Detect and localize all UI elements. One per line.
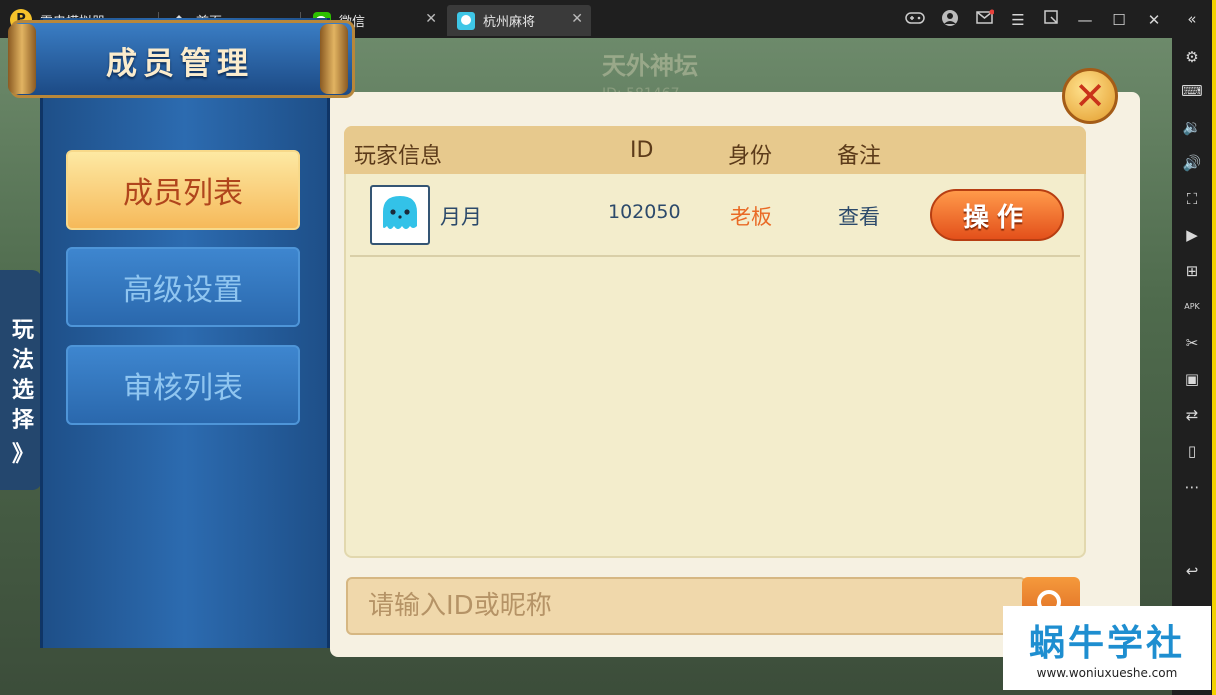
collapse-sidebar-icon[interactable]: « bbox=[1181, 8, 1203, 30]
menu-icon[interactable]: ☰ bbox=[1007, 9, 1029, 31]
cut-icon[interactable]: ✂ bbox=[1181, 332, 1203, 354]
fullscreen-icon[interactable]: ⛶ bbox=[1181, 188, 1203, 210]
avatar bbox=[370, 185, 430, 245]
emulator-sidebar: « ⚙ ⌨ 🔉 🔊 ⛶ ▶ ⊞ APK ✂ ▣ ⇄ ▯ ⋯ ↩ bbox=[1172, 0, 1212, 695]
record-icon[interactable]: ▶ bbox=[1181, 224, 1203, 246]
header-role: 身份 bbox=[728, 144, 773, 169]
side-tab-char: 选 bbox=[12, 378, 35, 403]
shake-icon[interactable]: ▯ bbox=[1181, 440, 1203, 462]
minimize-icon[interactable]: — bbox=[1074, 9, 1096, 31]
menu-scroll bbox=[40, 18, 330, 648]
side-tab-char: 》 bbox=[12, 442, 35, 467]
account-icon[interactable] bbox=[939, 9, 961, 31]
close-tab-icon[interactable]: ✕ bbox=[425, 11, 437, 27]
back-icon[interactable]: ↩ bbox=[1181, 560, 1203, 582]
table-header bbox=[344, 126, 1086, 174]
menu-member-list[interactable]: 成员列表 bbox=[66, 150, 300, 230]
video-icon[interactable]: ▣ bbox=[1181, 368, 1203, 390]
panel-title: 成员管理 bbox=[106, 46, 254, 82]
member-note-view[interactable]: 查看 bbox=[838, 201, 880, 231]
rule-select-tab[interactable]: 玩 法 选 择 》 bbox=[0, 270, 42, 490]
sync-icon[interactable]: ⇄ bbox=[1181, 404, 1203, 426]
tab-hangzhou-mahjong[interactable]: 杭州麻将 ✕ bbox=[447, 5, 591, 36]
header-id: ID bbox=[630, 138, 654, 163]
side-tab-char: 法 bbox=[12, 348, 35, 373]
header-note: 备注 bbox=[837, 144, 882, 169]
mahjong-app-icon bbox=[457, 11, 475, 30]
screenshot-icon[interactable] bbox=[1040, 9, 1062, 31]
window-border bbox=[1212, 0, 1216, 695]
maximize-icon[interactable]: ☐ bbox=[1108, 9, 1130, 31]
watermark-title: 蜗牛学社 bbox=[1028, 623, 1185, 664]
watermark: 蜗牛学社 www.woniuxueshe.com bbox=[1003, 606, 1211, 690]
add-icon[interactable]: ⊞ bbox=[1181, 260, 1203, 282]
tab-label: 杭州麻将 bbox=[483, 15, 536, 30]
menu-advanced-settings[interactable]: 高级设置 bbox=[66, 247, 300, 327]
member-role: 老板 bbox=[730, 205, 772, 229]
volume-up-icon[interactable]: 🔊 bbox=[1181, 152, 1203, 174]
member-name: 月月 bbox=[440, 205, 482, 229]
close-panel-button[interactable]: ✕ bbox=[1062, 68, 1118, 124]
apk-icon[interactable]: APK bbox=[1181, 296, 1203, 318]
row-divider bbox=[350, 255, 1080, 257]
close-icon[interactable]: ✕ bbox=[1143, 9, 1165, 31]
operate-button[interactable]: 操作 bbox=[930, 189, 1064, 241]
emulator-window: P 雷电模拟器 首页 微信 ✕ 杭州麻将 ✕ bbox=[0, 0, 1216, 695]
mail-icon[interactable] bbox=[974, 9, 996, 31]
gamepad-icon[interactable] bbox=[904, 9, 926, 31]
side-tab-char: 择 bbox=[12, 408, 35, 433]
background-club-title: 天外神坛 bbox=[602, 52, 698, 80]
menu-review-list[interactable]: 审核列表 bbox=[66, 345, 300, 425]
close-icon: ✕ bbox=[1074, 74, 1106, 118]
member-id: 102050 bbox=[608, 201, 681, 223]
close-tab-icon[interactable]: ✕ bbox=[571, 11, 583, 27]
watermark-url: www.woniuxueshe.com bbox=[1036, 666, 1178, 680]
settings-icon[interactable]: ⚙ bbox=[1181, 46, 1203, 68]
header-player-info: 玩家信息 bbox=[354, 144, 443, 169]
volume-down-icon[interactable]: 🔉 bbox=[1181, 116, 1203, 138]
search-input[interactable]: 请输入ID或昵称 bbox=[346, 577, 1026, 635]
more-icon[interactable]: ⋯ bbox=[1181, 476, 1203, 498]
keyboard-icon[interactable]: ⌨ bbox=[1181, 80, 1203, 102]
side-tab-char: 玩 bbox=[12, 318, 35, 343]
